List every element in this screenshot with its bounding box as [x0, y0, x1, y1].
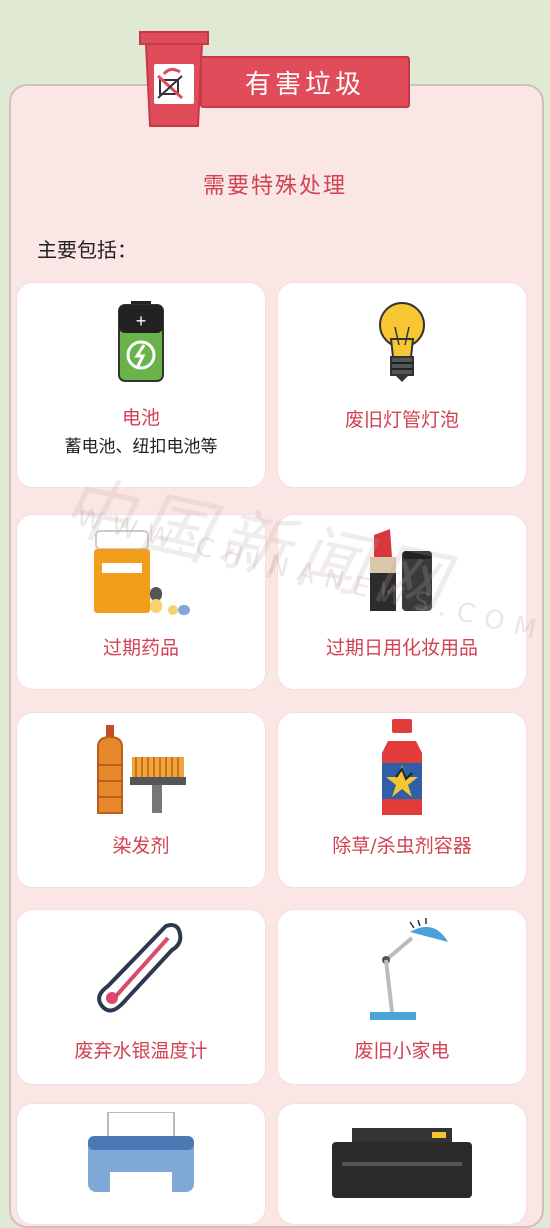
medicine-bottle-icon	[94, 530, 190, 615]
item-card-bulb: 废旧灯管灯泡	[278, 283, 526, 487]
subtitle: 需要特殊处理	[202, 174, 347, 199]
battery-icon: +	[118, 301, 164, 382]
page-title: 有害垃圾	[200, 56, 410, 108]
item-note: 蓄电池、纽扣电池等	[64, 437, 218, 457]
item-card-hair-dye: 染发剂	[17, 713, 265, 887]
item-card-battery: + 电池 蓄电池、纽扣电池等	[17, 283, 265, 487]
item-card-medicine: 过期药品	[17, 515, 265, 689]
thermometer-icon	[97, 923, 183, 1013]
item-card-printer	[17, 1104, 265, 1224]
item-label: 过期日用化妆用品	[325, 637, 478, 659]
item-label: 废旧灯管灯泡	[344, 409, 459, 431]
item-label: 过期药品	[102, 637, 179, 659]
item-card-toner	[278, 1104, 526, 1224]
printer-icon	[88, 1112, 194, 1196]
item-card-pesticide: 除草/杀虫剂容器	[278, 713, 526, 887]
item-label: 废旧小家电	[354, 1040, 450, 1062]
item-label: 废弃水银温度计	[74, 1040, 208, 1062]
desk-lamp-icon	[370, 918, 448, 1020]
pesticide-bottle-icon	[382, 719, 422, 815]
item-card-appliance: 废旧小家电	[278, 910, 526, 1084]
intro-text: 主要包括：	[37, 238, 137, 262]
lipstick-icon	[370, 529, 432, 611]
svg-text:+: +	[136, 311, 147, 331]
hair-dye-icon	[97, 725, 186, 814]
toner-cartridge-icon	[332, 1128, 472, 1198]
item-card-cosmetics: 过期日用化妆用品	[278, 515, 526, 689]
item-label: 电池	[121, 407, 160, 429]
light-bulb-icon	[379, 302, 425, 382]
item-label: 除草/杀虫剂容器	[332, 835, 472, 857]
item-card-thermometer: 废弃水银温度计	[17, 910, 265, 1084]
item-label: 染发剂	[112, 835, 170, 857]
